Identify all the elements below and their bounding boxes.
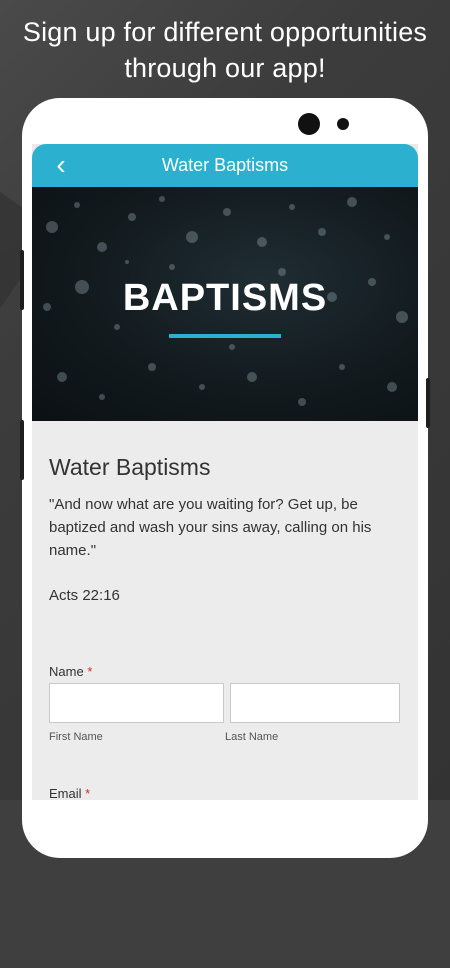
app-screen: ‹ Water Baptisms BAPTISMS Water Baptisms… — [32, 144, 418, 800]
email-required-asterisk: * — [85, 786, 91, 800]
page-title: Water Baptisms — [161, 155, 289, 175]
scripture-quote: "And now what are you waiting for? Get u… — [49, 496, 372, 559]
sensor-icon — [337, 118, 349, 130]
camera-icon — [298, 113, 320, 135]
hero-title: BAPTISMS — [122, 277, 328, 319]
volume-button — [20, 250, 24, 310]
first-name-input[interactable] — [49, 683, 224, 723]
email-label: Email * — [49, 786, 90, 800]
name-label-text: Name — [49, 664, 84, 679]
app-bar: ‹ Water Baptisms — [32, 144, 418, 187]
promo-headline: Sign up for different opportunities thro… — [0, 14, 450, 86]
promo-headline-line-2: through our app! — [124, 53, 326, 83]
hero-underline — [169, 334, 281, 338]
power-button — [426, 378, 430, 428]
promo-headline-line-1: Sign up for different opportunities — [22, 17, 428, 47]
content-title: Water Baptisms — [49, 454, 211, 480]
name-label: Name * — [49, 664, 92, 679]
volume-button-2 — [20, 420, 24, 480]
first-name-sublabel: First Name — [49, 731, 103, 743]
hero-banner: BAPTISMS — [32, 187, 418, 421]
last-name-input[interactable] — [230, 683, 400, 723]
last-name-sublabel: Last Name — [225, 731, 279, 743]
email-label-text: Email — [49, 786, 82, 800]
required-asterisk: * — [87, 664, 93, 679]
scripture-reference: Acts 22:16 — [49, 587, 120, 604]
content-panel: Water Baptisms "And now what are you wai… — [32, 421, 418, 800]
